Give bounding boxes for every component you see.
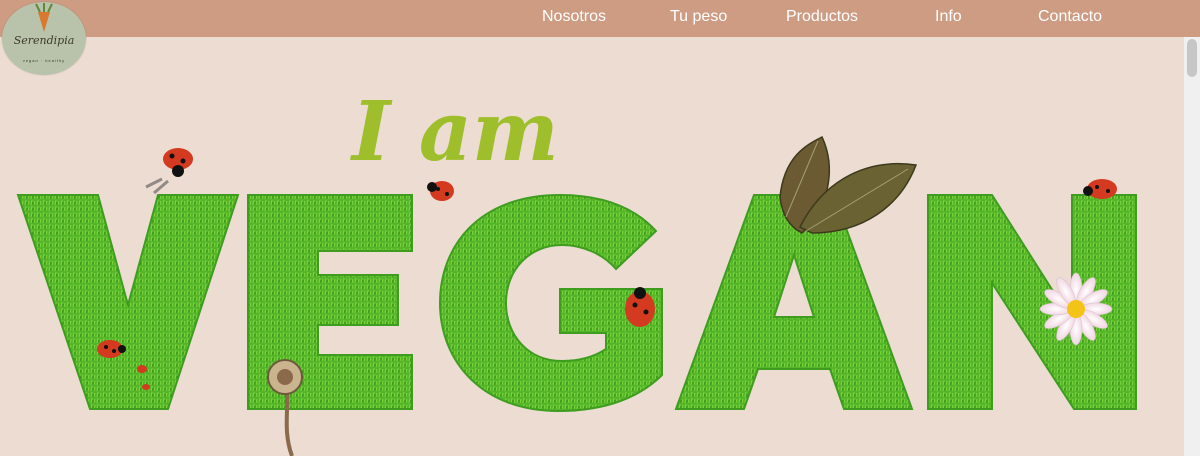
carrot-icon	[35, 3, 53, 32]
nav-link-tu-peso[interactable]: Tu peso	[670, 8, 727, 26]
leaves	[779, 135, 918, 234]
ladybug-icon	[427, 181, 454, 201]
nav-link-info[interactable]: Info	[935, 8, 962, 26]
brand-logo[interactable]: Serendipia vegan · healthy	[2, 2, 86, 75]
nav-link-contacto[interactable]: Contacto	[1038, 8, 1102, 26]
ladybug-icon	[137, 365, 147, 373]
top-navbar: Nosotros Tu peso Productos Info Contacto	[0, 0, 1200, 37]
hero-line1: I am	[350, 84, 559, 180]
nav-link-productos[interactable]: Productos	[786, 8, 858, 26]
hero-banner: I am	[0, 37, 1184, 456]
scrollbar-thumb[interactable]	[1187, 39, 1197, 77]
hero-illustration: I am	[16, 84, 1137, 456]
nav-link-nosotros[interactable]: Nosotros	[542, 8, 606, 26]
vegan-grass-letters	[16, 193, 1137, 413]
brand-tagline: vegan · healthy	[22, 58, 66, 63]
ladybug-icon	[142, 384, 150, 390]
vertical-scrollbar[interactable]	[1184, 37, 1200, 456]
brand-name: Serendipia	[13, 34, 75, 47]
ladybug-icon	[145, 148, 193, 195]
